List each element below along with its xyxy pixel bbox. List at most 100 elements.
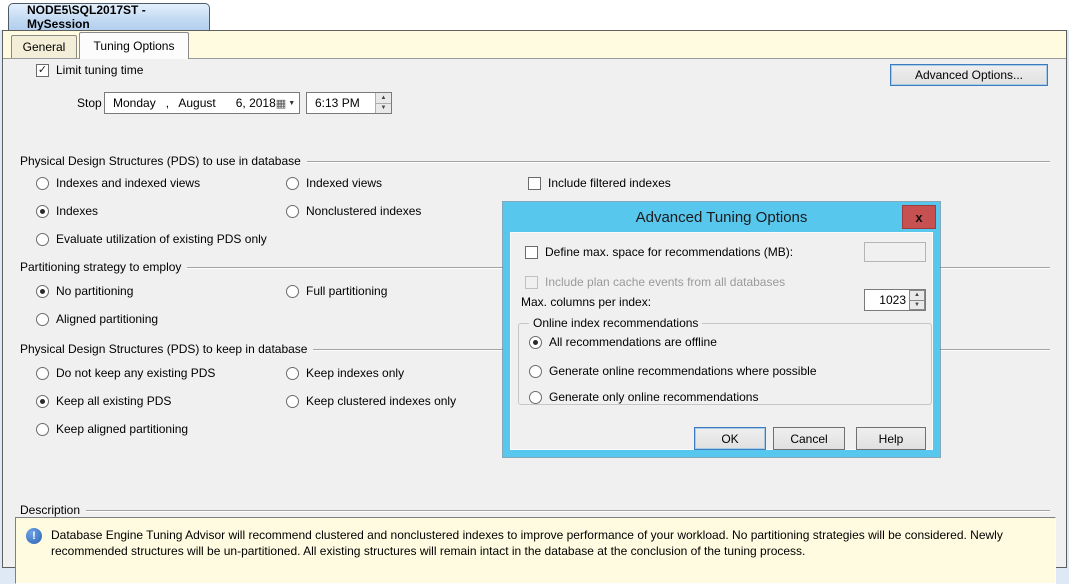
radio-keep-clustered-indexes-only[interactable]: Keep clustered indexes only [286, 394, 456, 408]
dialog-body: Define max. space for recommendations (M… [510, 232, 933, 450]
tuning-advisor-window: NODE5\SQL2017ST - MySession General Tuni… [0, 0, 1069, 579]
limit-tuning-time-checkbox[interactable]: ✓ Limit tuning time [36, 63, 143, 77]
radio-indexes[interactable]: Indexes [36, 204, 98, 218]
tab-tuning-options[interactable]: Tuning Options [79, 32, 189, 59]
radio-label: Indexed views [306, 176, 382, 190]
group-divider-line [307, 161, 1050, 162]
description-text: Database Engine Tuning Advisor will reco… [51, 527, 1043, 559]
radio-label: All recommendations are offline [549, 335, 717, 349]
radio-icon [36, 423, 49, 436]
cancel-button[interactable]: Cancel [773, 427, 845, 450]
radio-label: Aligned partitioning [56, 312, 158, 326]
include-filtered-indexes-checkbox[interactable]: Include filtered indexes [528, 176, 671, 190]
radio-only-online[interactable]: Generate only online recommendations [529, 390, 758, 404]
radio-label: Keep indexes only [306, 366, 404, 380]
dialog-titlebar[interactable]: Advanced Tuning Options [503, 202, 940, 232]
checkbox-label: Include plan cache events from all datab… [545, 275, 785, 289]
spin-down-icon[interactable]: ▼ [909, 301, 925, 311]
radio-selected-icon [529, 336, 542, 349]
tab-tuning-options-label: Tuning Options [94, 39, 175, 53]
radio-keep-indexes-only[interactable]: Keep indexes only [286, 366, 404, 380]
help-button[interactable]: Help [856, 427, 926, 450]
define-max-space-checkbox[interactable]: Define max. space for recommendations (M… [525, 245, 793, 259]
radio-icon [286, 177, 299, 190]
group-divider-line [86, 510, 1050, 511]
checkbox-disabled-icon [525, 276, 538, 289]
radio-full-partitioning[interactable]: Full partitioning [286, 284, 387, 298]
description-group-title: Description [20, 503, 80, 517]
radio-label: Generate online recommendations where po… [549, 364, 817, 378]
stop-date-value: Monday , August 6, 2018 [113, 96, 276, 110]
radio-icon [286, 205, 299, 218]
radio-label: Generate only online recommendations [549, 390, 758, 404]
description-group-header: Description [20, 503, 1050, 517]
stop-date-picker[interactable]: Monday , August 6, 2018 ▦ ▼ [104, 92, 300, 114]
max-columns-spinner[interactable]: 1023 ▲ ▼ [864, 289, 926, 311]
radio-label: Indexes and indexed views [56, 176, 200, 190]
radio-no-partitioning[interactable]: No partitioning [36, 284, 133, 298]
tab-general-label: General [23, 40, 66, 54]
radio-icon [529, 391, 542, 404]
radio-evaluate-existing-pds[interactable]: Evaluate utilization of existing PDS onl… [36, 232, 267, 246]
advanced-options-button[interactable]: Advanced Options... [890, 64, 1048, 86]
radio-indexed-views[interactable]: Indexed views [286, 176, 382, 190]
date-dropdown-arrow-icon[interactable]: ▼ [288, 100, 295, 107]
radio-indexes-and-indexed-views[interactable]: Indexes and indexed views [36, 176, 200, 190]
online-index-recommendations-group: Online index recommendations All recomme… [518, 323, 932, 405]
max-space-input[interactable] [864, 242, 926, 262]
checkbox-checked-icon: ✓ [36, 64, 49, 77]
radio-icon [36, 313, 49, 326]
checkbox-icon [528, 177, 541, 190]
stop-time-spinner[interactable]: 6:13 PM ▲ ▼ [306, 92, 392, 114]
session-tab-label: NODE5\SQL2017ST - MySession [27, 3, 209, 31]
max-columns-label: Max. columns per index: [521, 295, 651, 309]
pds-use-group-title: Physical Design Structures (PDS) to use … [20, 154, 301, 168]
radio-label: Nonclustered indexes [306, 204, 421, 218]
radio-selected-icon [36, 395, 49, 408]
partitioning-group-title: Partitioning strategy to employ [20, 260, 181, 274]
stop-time-value: 6:13 PM [315, 96, 375, 110]
radio-aligned-partitioning[interactable]: Aligned partitioning [36, 312, 158, 326]
radio-all-recommendations-offline[interactable]: All recommendations are offline [529, 335, 717, 349]
tab-general[interactable]: General [11, 35, 77, 58]
online-group-title: Online index recommendations [529, 316, 702, 330]
radio-label: Keep clustered indexes only [306, 394, 456, 408]
radio-icon [286, 395, 299, 408]
radio-icon [286, 285, 299, 298]
pds-use-group-header: Physical Design Structures (PDS) to use … [20, 154, 1050, 168]
description-panel: ! Database Engine Tuning Advisor will re… [15, 517, 1056, 584]
radio-keep-all-existing-pds[interactable]: Keep all existing PDS [36, 394, 171, 408]
session-document-tab[interactable]: NODE5\SQL2017ST - MySession [8, 3, 210, 30]
advanced-tuning-options-dialog: Advanced Tuning Options x Define max. sp… [503, 202, 940, 457]
time-spin-up-icon[interactable]: ▲ [376, 93, 391, 103]
radio-icon [529, 365, 542, 378]
radio-selected-icon [36, 285, 49, 298]
radio-label: Keep all existing PDS [56, 394, 171, 408]
radio-label: Indexes [56, 204, 98, 218]
checkbox-label: Define max. space for recommendations (M… [545, 245, 793, 259]
radio-online-where-possible[interactable]: Generate online recommendations where po… [529, 364, 817, 378]
pds-keep-group-title: Physical Design Structures (PDS) to keep… [20, 342, 307, 356]
ok-button[interactable]: OK [694, 427, 766, 450]
info-icon: ! [26, 528, 42, 544]
radio-label: Full partitioning [306, 284, 387, 298]
radio-selected-icon [36, 205, 49, 218]
radio-label: Evaluate utilization of existing PDS onl… [56, 232, 267, 246]
include-plan-cache-checkbox: Include plan cache events from all datab… [525, 275, 785, 289]
radio-nonclustered-indexes[interactable]: Nonclustered indexes [286, 204, 421, 218]
time-spin-down-icon[interactable]: ▼ [376, 103, 391, 114]
max-columns-value: 1023 [865, 293, 909, 307]
radio-icon [36, 177, 49, 190]
radio-do-not-keep-pds[interactable]: Do not keep any existing PDS [36, 366, 215, 380]
checkbox-label: Include filtered indexes [548, 176, 671, 190]
close-icon[interactable]: x [902, 205, 936, 229]
limit-tuning-time-label: Limit tuning time [56, 63, 143, 77]
spin-up-icon[interactable]: ▲ [909, 290, 925, 301]
radio-icon [286, 367, 299, 380]
radio-keep-aligned-partitioning[interactable]: Keep aligned partitioning [36, 422, 188, 436]
radio-icon [36, 367, 49, 380]
calendar-icon[interactable]: ▦ [276, 97, 286, 110]
radio-icon [36, 233, 49, 246]
radio-label: Keep aligned partitioning [56, 422, 188, 436]
radio-label: No partitioning [56, 284, 133, 298]
